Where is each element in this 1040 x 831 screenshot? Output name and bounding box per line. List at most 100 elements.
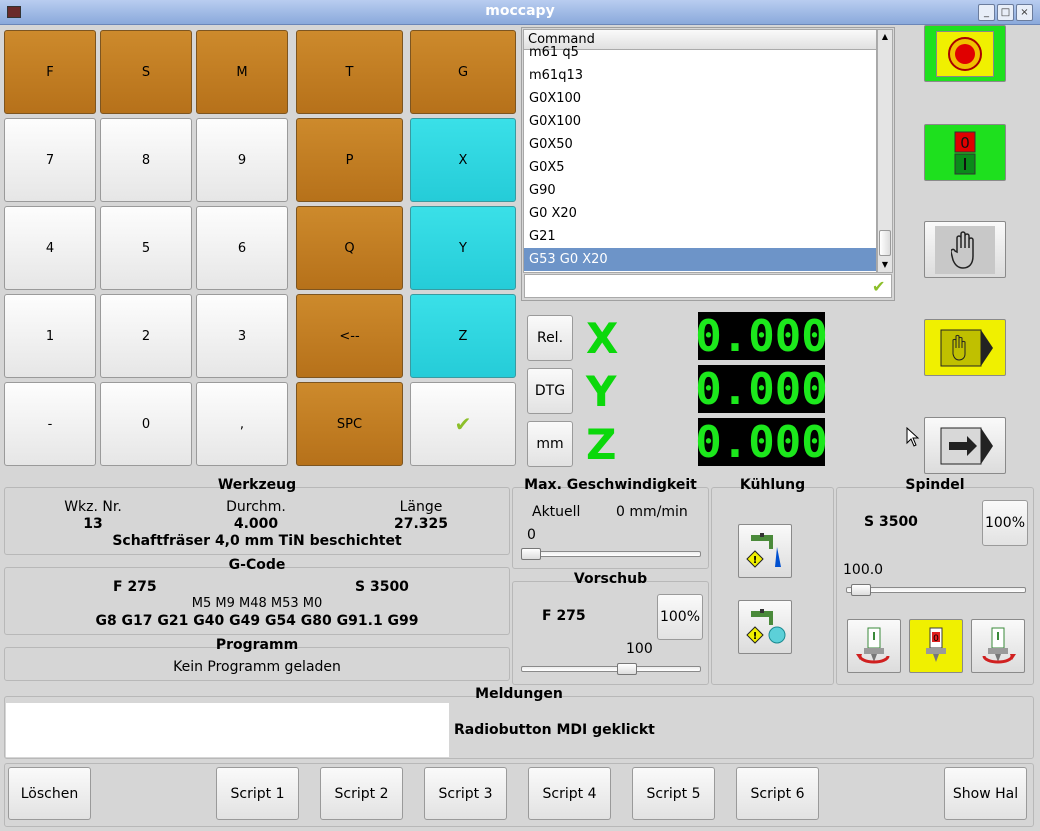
keypad-key[interactable]: 9 bbox=[196, 118, 288, 202]
command-item[interactable]: m61 q5 bbox=[524, 41, 876, 64]
svg-text:0: 0 bbox=[960, 134, 970, 152]
keypad-key[interactable]: 6 bbox=[196, 206, 288, 290]
keypad-key[interactable]: M bbox=[196, 30, 288, 114]
run-button[interactable] bbox=[924, 417, 1006, 474]
keypad-key[interactable]: Y bbox=[410, 206, 516, 290]
vorschub-feed: F 275 bbox=[542, 608, 586, 624]
keypad-key[interactable]: SPC bbox=[296, 382, 403, 466]
vorschub-slider-value: 100 bbox=[626, 641, 653, 657]
estop-button[interactable] bbox=[924, 25, 1006, 82]
keypad-key[interactable]: 0 bbox=[100, 382, 192, 466]
command-item[interactable]: G21 bbox=[524, 225, 876, 248]
kuehlung-group bbox=[711, 487, 834, 685]
keypad-key[interactable]: <-- bbox=[296, 294, 403, 378]
maxspeed-slider-handle[interactable] bbox=[521, 548, 541, 560]
keypad-key[interactable]: 1 bbox=[4, 294, 96, 378]
vorschub-slider[interactable] bbox=[521, 666, 701, 672]
maxspeed-label: Aktuell bbox=[532, 504, 581, 520]
spindel-speed: S 3500 bbox=[864, 514, 918, 530]
tool-length: 27.325 bbox=[393, 516, 449, 532]
script-button-6[interactable]: Script 6 bbox=[736, 767, 819, 820]
script-button-4[interactable]: Script 4 bbox=[528, 767, 611, 820]
spindel-slider-handle[interactable] bbox=[850, 584, 871, 596]
tool-number: 13 bbox=[83, 516, 103, 532]
script-button-3[interactable]: Script 3 bbox=[424, 767, 507, 820]
keypad-key[interactable]: T bbox=[296, 30, 403, 114]
keypad-key[interactable]: 7 bbox=[4, 118, 96, 202]
vorschub-slider-handle[interactable] bbox=[617, 663, 637, 675]
keypad-key[interactable]: 2 bbox=[100, 294, 192, 378]
keypad-enter-button[interactable]: ✔ bbox=[410, 382, 516, 466]
axis-position-readout: 0.000 bbox=[695, 363, 828, 415]
keypad-key[interactable]: G bbox=[410, 30, 516, 114]
spindle-cw-icon bbox=[982, 627, 1016, 664]
keypad-key[interactable]: 4 bbox=[4, 206, 96, 290]
keypad-key[interactable]: X bbox=[410, 118, 516, 202]
step-button[interactable] bbox=[924, 319, 1006, 376]
command-list[interactable]: Command m61 q5 m61q13 G0X100 G0X100 G0X50 G0X… bbox=[523, 29, 877, 273]
mist-coolant-icon: ! bbox=[746, 609, 786, 644]
tool-length-label: Länge bbox=[399, 499, 443, 515]
scroll-thumb[interactable] bbox=[879, 230, 891, 256]
keypad-key[interactable]: - bbox=[4, 382, 96, 466]
checkmark-icon[interactable]: ✔ bbox=[872, 277, 885, 296]
flood-coolant-button[interactable]: ! bbox=[738, 524, 792, 578]
command-scrollbar[interactable]: ▲ ▼ bbox=[877, 29, 893, 273]
mouse-cursor-icon bbox=[906, 427, 920, 447]
tool-diameter-label: Durchm. bbox=[226, 499, 286, 515]
scroll-down-icon[interactable]: ▼ bbox=[878, 258, 892, 272]
svg-text:!: ! bbox=[753, 555, 758, 566]
close-icon[interactable]: × bbox=[1016, 4, 1033, 21]
keypad-key[interactable]: 8 bbox=[100, 118, 192, 202]
keypad-key[interactable]: P bbox=[296, 118, 403, 202]
command-item[interactable]: G0 X20 bbox=[524, 202, 876, 225]
keypad-key[interactable]: 5 bbox=[100, 206, 192, 290]
gcode-speed: S 3500 bbox=[355, 579, 409, 595]
meldungen-title: Meldungen bbox=[475, 686, 563, 702]
command-item[interactable]: G53 G0 X20 bbox=[524, 248, 876, 271]
kuehlung-title: Kühlung bbox=[739, 477, 806, 493]
keypad: F S M T G 7 8 9 P X 4 5 6 Q Y 1 2 3 <-- Z -0, SPC ✔ bbox=[4, 30, 520, 470]
command-item[interactable]: m61q13 bbox=[524, 64, 876, 87]
mist-coolant-button[interactable]: ! bbox=[738, 600, 792, 654]
keypad-key[interactable]: Q bbox=[296, 206, 403, 290]
pause-button[interactable] bbox=[924, 221, 1006, 278]
mdi-input[interactable] bbox=[524, 274, 892, 298]
show-hal-button[interactable]: Show Hal bbox=[944, 767, 1027, 820]
command-item[interactable]: G0X50 bbox=[524, 133, 876, 156]
minimize-icon[interactable]: _ bbox=[978, 4, 995, 21]
scroll-up-icon[interactable]: ▲ bbox=[878, 30, 892, 44]
keypad-key[interactable]: 3 bbox=[196, 294, 288, 378]
vorschub-reset-button[interactable]: 100% bbox=[657, 594, 703, 640]
keypad-key[interactable]: Z bbox=[410, 294, 516, 378]
keypad-key[interactable]: S bbox=[100, 30, 192, 114]
spindel-reset-button[interactable]: 100% bbox=[982, 500, 1028, 546]
script-button-2[interactable]: Script 2 bbox=[320, 767, 403, 820]
command-item[interactable]: G0X100 bbox=[524, 110, 876, 133]
script-button-5[interactable]: Script 5 bbox=[632, 767, 715, 820]
spindle-cw-button[interactable] bbox=[971, 619, 1025, 673]
spindle-ccw-button[interactable] bbox=[847, 619, 901, 673]
maxspeed-slider[interactable] bbox=[521, 551, 701, 557]
checkmark-icon: ✔ bbox=[454, 412, 472, 436]
spindle-stop-button[interactable]: 0 bbox=[909, 619, 963, 673]
werkzeug-title: Werkzeug bbox=[217, 477, 297, 493]
gcode-title: G-Code bbox=[228, 557, 286, 573]
command-item[interactable]: G0X100 bbox=[524, 87, 876, 110]
script-button-1[interactable]: Script 1 bbox=[216, 767, 299, 820]
tool-description: Schaftfräser 4,0 mm TiN beschichtet bbox=[112, 533, 402, 549]
maximize-icon[interactable]: □ bbox=[997, 4, 1014, 21]
axis-label: Y bbox=[586, 367, 617, 416]
svg-text:0: 0 bbox=[933, 634, 939, 644]
spindel-slider[interactable] bbox=[846, 587, 1026, 593]
keypad-key[interactable]: F bbox=[4, 30, 96, 114]
dtg-button[interactable]: DTG bbox=[527, 368, 573, 414]
command-item[interactable]: G90 bbox=[524, 179, 876, 202]
loeschen-button[interactable]: Löschen bbox=[8, 767, 91, 820]
rel-button[interactable]: Rel. bbox=[527, 315, 573, 361]
command-item[interactable]: G0X5 bbox=[524, 156, 876, 179]
units-button[interactable]: mm bbox=[527, 421, 573, 467]
machine-power-button[interactable]: 0 bbox=[924, 124, 1006, 181]
axis-label: Z bbox=[586, 420, 617, 469]
keypad-key[interactable]: , bbox=[196, 382, 288, 466]
